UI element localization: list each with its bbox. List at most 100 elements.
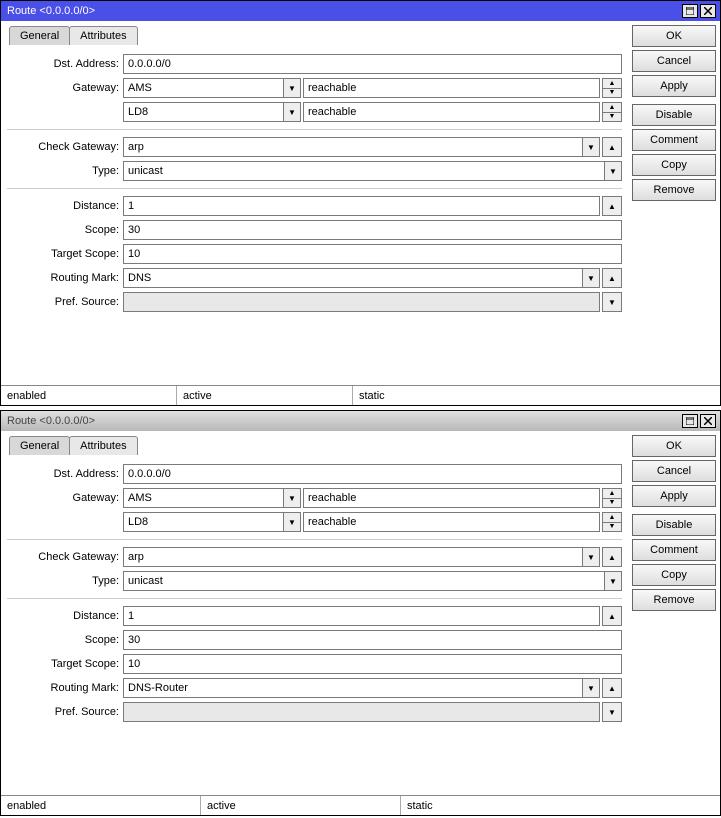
maximize-icon[interactable] (682, 4, 698, 18)
gateway2-input[interactable]: LD8 (123, 102, 284, 122)
tab-attributes[interactable]: Attributes (69, 26, 137, 45)
label-routing-mark: Routing Mark: (7, 682, 123, 694)
label-pref-source: Pref. Source: (7, 706, 123, 718)
gateway-updown[interactable]: ▲▼ (602, 488, 622, 508)
titlebar[interactable]: Route <0.0.0.0/0> (1, 1, 720, 21)
copy-button[interactable]: Copy (632, 564, 716, 586)
distance-input[interactable]: 1 (123, 606, 600, 626)
collapse-icon[interactable] (602, 678, 622, 698)
titlebar[interactable]: Route <0.0.0.0/0> (1, 411, 720, 431)
gateway2-status-input[interactable]: reachable (303, 512, 600, 532)
routing-mark-input[interactable]: DNS (123, 268, 583, 288)
scope-input[interactable]: 30 (123, 220, 622, 240)
divider (7, 188, 622, 189)
label-dst-address: Dst. Address: (7, 58, 123, 70)
tab-bar: General Attributes (3, 433, 626, 455)
label-check-gateway: Check Gateway: (7, 551, 123, 563)
label-target-scope: Target Scope: (7, 658, 123, 670)
ok-button[interactable]: OK (632, 435, 716, 457)
label-scope: Scope: (7, 634, 123, 646)
tab-general[interactable]: General (9, 436, 70, 455)
disable-button[interactable]: Disable (632, 514, 716, 536)
close-icon[interactable] (700, 414, 716, 428)
type-input[interactable]: unicast (123, 161, 605, 181)
collapse-icon[interactable] (602, 606, 622, 626)
gateway1-input[interactable]: AMS (123, 78, 284, 98)
label-check-gateway: Check Gateway: (7, 141, 123, 153)
status-enabled: enabled (1, 386, 177, 405)
distance-input[interactable]: 1 (123, 196, 600, 216)
pref-source-input[interactable] (123, 702, 600, 722)
remove-button[interactable]: Remove (632, 589, 716, 611)
apply-button[interactable]: Apply (632, 485, 716, 507)
gateway1-dropdown-icon[interactable] (283, 78, 301, 98)
routing-mark-dropdown-icon[interactable] (582, 678, 600, 698)
gateway1-status-input[interactable]: reachable (303, 488, 600, 508)
check-gateway-input[interactable]: arp (123, 547, 583, 567)
copy-button[interactable]: Copy (632, 154, 716, 176)
collapse-icon[interactable] (602, 547, 622, 567)
label-gateway: Gateway: (7, 82, 123, 94)
status-static: static (353, 386, 720, 405)
check-gateway-dropdown-icon[interactable] (582, 137, 600, 157)
gateway2-dropdown-icon[interactable] (283, 512, 301, 532)
gateway-updown[interactable]: ▲▼ (602, 78, 622, 98)
label-distance: Distance: (7, 200, 123, 212)
type-dropdown-icon[interactable] (604, 571, 622, 591)
target-scope-input[interactable]: 10 (123, 244, 622, 264)
pref-source-input[interactable] (123, 292, 600, 312)
status-static: static (401, 796, 720, 815)
status-active: active (201, 796, 401, 815)
label-distance: Distance: (7, 610, 123, 622)
cancel-button[interactable]: Cancel (632, 50, 716, 72)
close-icon[interactable] (700, 4, 716, 18)
routing-mark-dropdown-icon[interactable] (582, 268, 600, 288)
collapse-icon[interactable] (602, 268, 622, 288)
gateway2-input[interactable]: LD8 (123, 512, 284, 532)
label-gateway: Gateway: (7, 492, 123, 504)
gateway-updown-2[interactable]: ▲▼ (602, 512, 622, 532)
target-scope-input[interactable]: 10 (123, 654, 622, 674)
comment-button[interactable]: Comment (632, 539, 716, 561)
gateway1-dropdown-icon[interactable] (283, 488, 301, 508)
gateway2-status-input[interactable]: reachable (303, 102, 600, 122)
dst-address-input[interactable]: 0.0.0.0/0 (123, 464, 622, 484)
tab-bar: General Attributes (3, 23, 626, 45)
divider (7, 598, 622, 599)
gateway-updown-2[interactable]: ▲▼ (602, 102, 622, 122)
comment-button[interactable]: Comment (632, 129, 716, 151)
label-type: Type: (7, 165, 123, 177)
divider (7, 129, 622, 130)
label-routing-mark: Routing Mark: (7, 272, 123, 284)
collapse-icon[interactable] (602, 137, 622, 157)
tab-general[interactable]: General (9, 26, 70, 45)
ok-button[interactable]: OK (632, 25, 716, 47)
expand-icon[interactable] (602, 292, 622, 312)
disable-button[interactable]: Disable (632, 104, 716, 126)
route-window-1: Route <0.0.0.0/0> General Attributes Dst… (0, 0, 721, 406)
scope-input[interactable]: 30 (123, 630, 622, 650)
type-dropdown-icon[interactable] (604, 161, 622, 181)
apply-button[interactable]: Apply (632, 75, 716, 97)
divider (7, 539, 622, 540)
route-window-2: Route <0.0.0.0/0> General Attributes Dst… (0, 410, 721, 816)
dst-address-input[interactable]: 0.0.0.0/0 (123, 54, 622, 74)
gateway1-input[interactable]: AMS (123, 488, 284, 508)
tab-attributes[interactable]: Attributes (69, 436, 137, 455)
status-bar: enabled active static (1, 385, 720, 405)
remove-button[interactable]: Remove (632, 179, 716, 201)
maximize-icon[interactable] (682, 414, 698, 428)
check-gateway-dropdown-icon[interactable] (582, 547, 600, 567)
routing-mark-input[interactable]: DNS-Router (123, 678, 583, 698)
label-pref-source: Pref. Source: (7, 296, 123, 308)
collapse-icon[interactable] (602, 196, 622, 216)
gateway2-dropdown-icon[interactable] (283, 102, 301, 122)
expand-icon[interactable] (602, 702, 622, 722)
status-enabled: enabled (1, 796, 201, 815)
gateway1-status-input[interactable]: reachable (303, 78, 600, 98)
check-gateway-input[interactable]: arp (123, 137, 583, 157)
status-bar: enabled active static (1, 795, 720, 815)
window-title: Route <0.0.0.0/0> (5, 5, 682, 17)
cancel-button[interactable]: Cancel (632, 460, 716, 482)
type-input[interactable]: unicast (123, 571, 605, 591)
